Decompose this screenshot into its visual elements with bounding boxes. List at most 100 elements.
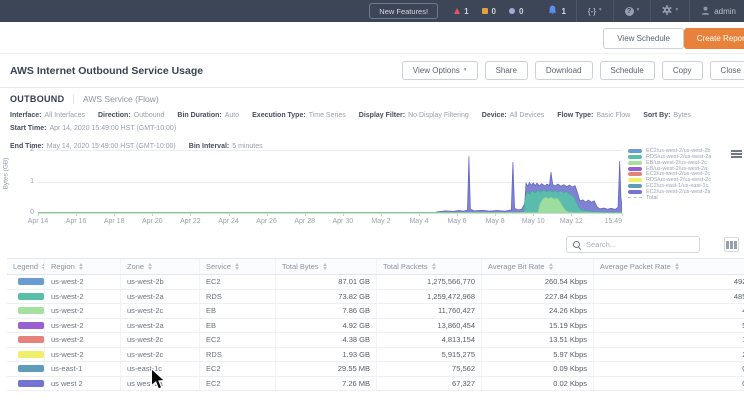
avg-bit-rate-cell: 0.09 Kbps <box>482 362 594 376</box>
legend-cell <box>7 377 45 391</box>
column-header-average-packet-rate[interactable]: Average Packet Rate <box>594 259 744 274</box>
tab-outbound[interactable]: OUTBOUND <box>10 94 64 104</box>
panel-buttons: View Options▾ Share Download Schedule Copy Cl… <box>402 61 744 80</box>
legend-item-ec2-us-west-2-us-west-2a[interactable]: EC2/us-west-2/us-west-2a <box>628 189 711 194</box>
search-input[interactable] <box>586 240 693 249</box>
zone-cell: us-west-2a <box>121 319 200 333</box>
region-cell: us-west-2 <box>45 333 121 347</box>
legend-item-ec2-us-east-1-us-east-1c[interactable]: EC2/us-east-1/us-east-1c <box>628 184 711 189</box>
settings-menu[interactable]: ▾ <box>651 0 689 22</box>
service-cell: EC2 <box>200 362 276 376</box>
row-swatch <box>18 380 44 387</box>
sort-icon <box>549 263 553 271</box>
column-header-region[interactable]: Region <box>45 259 121 274</box>
legend-item-eb-us-west-2-us-west-2a[interactable]: EB/us-west-2/us-west-2a <box>628 166 711 171</box>
legend-item-rds-us-west-2-us-west-2c[interactable]: RDS/us-west-2/us-west-2c <box>628 178 711 183</box>
query-param-start-time-: Start Time:Apr 14, 2020 15:49:00 HST (GM… <box>10 125 176 133</box>
table-row[interactable]: us-west-2us-west-2aRDS73.82 GB1,259,472,… <box>7 290 744 305</box>
legend-cell <box>7 304 45 318</box>
chart: Bytes (GB) EC2/us-west-2/us-west-2bRDS/u… <box>0 140 744 234</box>
legend-swatch <box>628 197 642 198</box>
region-cell: us-west-2 <box>45 275 121 289</box>
region-cell: us-west-2 <box>45 290 121 304</box>
y-tick-label: 1 <box>22 178 34 185</box>
column-header-zone[interactable]: Zone <box>121 259 200 274</box>
axis-tick <box>76 213 77 216</box>
avg-bit-rate-cell: 24.26 Kbps <box>482 304 594 318</box>
avg-packet-rate-cell: 485.91 pps <box>594 290 744 304</box>
query-param-sort-by-: Sort By:Bytes <box>643 112 691 120</box>
alert-circle[interactable]: 0 <box>509 7 523 16</box>
axis-tick <box>343 213 344 216</box>
sort-icon <box>432 263 436 271</box>
column-header-legend[interactable]: Legend <box>7 259 45 274</box>
table-row[interactable]: us-west-2us-west-2aEB4.92 GB13,860,45415… <box>7 319 744 334</box>
legend-swatch <box>628 149 642 153</box>
table-body: us-west-2us-west-2bEC287.01 GB1,275,566,… <box>7 275 744 391</box>
avg-bit-rate-cell: 5.97 Kbps <box>482 348 594 362</box>
sort-icon <box>148 263 152 271</box>
service-cell: EC2 <box>200 377 276 391</box>
total-bytes-cell: 4.92 GB <box>276 319 377 333</box>
legend-cell <box>7 290 45 304</box>
search-icon <box>573 241 581 249</box>
download-button[interactable]: Download <box>535 61 593 80</box>
legend-item-rds-us-west-2-us-west-2a[interactable]: RDS/us-west-2/us-west-2a <box>628 155 711 160</box>
alert-square[interactable]: 0 <box>482 7 496 16</box>
sort-icon <box>323 263 327 271</box>
zone-cell: us-west-2c <box>121 304 200 318</box>
alert-indicators: 1 0 0 <box>454 7 523 16</box>
y-axis-label: Bytes (GB) <box>3 148 10 200</box>
column-header-total-bytes[interactable]: Total Bytes <box>276 259 377 274</box>
chart-menu-icon[interactable] <box>731 150 742 158</box>
user-menu[interactable]: admin <box>690 6 744 17</box>
schedule-button[interactable]: Schedule <box>600 61 655 80</box>
table-row[interactable]: us-west-2us-west-2cRDS1.93 GB5,915,2755.… <box>7 348 744 363</box>
table-row[interactable]: us-west-2us-west-2cEB7.86 GB11,760,42724… <box>7 304 744 319</box>
context-switcher-menu[interactable]: {-} ▾ <box>577 0 613 22</box>
help-menu[interactable]: ? ▾ <box>614 0 651 22</box>
view-schedule-button[interactable]: View Schedule <box>603 28 684 49</box>
tab-aws-service-flow[interactable]: AWS Service (Flow) <box>83 94 159 104</box>
new-features-button[interactable]: New Features! <box>369 3 438 19</box>
table-row[interactable]: us-east-1us-east-1cEC229.55 MB75,5620.09… <box>7 362 744 377</box>
query-param-execution-type-: Execution Type:Time Series <box>252 112 346 120</box>
legend-item-eb-us-west-2-us-west-2c[interactable]: EB/us-west-2/us-west-2c <box>628 161 711 166</box>
create-report-button[interactable]: Create Report <box>684 28 744 49</box>
axis-tick <box>114 213 115 216</box>
column-chooser-button[interactable] <box>724 237 739 252</box>
axis-tick <box>152 213 153 216</box>
avg-packet-rate-cell: 492.12 pps <box>594 275 744 289</box>
avg-bit-rate-cell: 15.19 Kbps <box>482 319 594 333</box>
sort-icon <box>235 263 239 271</box>
total-packets-cell: 13,860,454 <box>377 319 482 333</box>
column-header-service[interactable]: Service <box>200 259 276 274</box>
avg-bit-rate-cell: 227.84 Kbps <box>482 290 594 304</box>
axis-tick <box>190 213 191 216</box>
copy-button[interactable]: Copy <box>662 61 703 80</box>
legend-item-ec2-us-west-2-us-west-2c[interactable]: EC2/us-west-2/us-west-2c <box>628 172 711 177</box>
column-header-total-packets[interactable]: Total Packets <box>377 259 482 274</box>
table-row[interactable]: us west 2us west 2aEC27.26 MB67,3270.02 … <box>7 377 744 392</box>
gear-icon <box>662 5 672 17</box>
legend-swatch <box>628 190 642 194</box>
chevron-down-icon: ▾ <box>637 8 640 14</box>
axis-tick <box>571 213 572 216</box>
share-button[interactable]: Share <box>485 61 528 80</box>
legend-cell <box>7 348 45 362</box>
axis-tick <box>381 213 382 216</box>
axis-tick <box>267 213 268 216</box>
axis-tick <box>38 213 39 216</box>
close-button[interactable]: Close <box>710 61 744 80</box>
notifications-button[interactable]: 1 <box>538 5 575 18</box>
alert-triangle[interactable]: 1 <box>454 7 468 16</box>
legend-item-total[interactable]: Total <box>628 195 711 200</box>
table-header-row: LegendRegionZoneServiceTotal BytesTotal … <box>7 258 744 275</box>
view-options-button[interactable]: View Options▾ <box>402 61 478 80</box>
column-header-average-bit-rate[interactable]: Average Bit Rate <box>482 259 594 274</box>
legend-item-ec2-us-west-2-us-west-2b[interactable]: EC2/us-west-2/us-west-2b <box>628 149 711 154</box>
axis-tick <box>229 213 230 216</box>
total-packets-cell: 4,813,154 <box>377 333 482 347</box>
table-row[interactable]: us-west-2us-west-2bEC287.01 GB1,275,566,… <box>7 275 744 290</box>
table-row[interactable]: us-west-2us-west-2cEC24.38 GB4,813,15413… <box>7 333 744 348</box>
